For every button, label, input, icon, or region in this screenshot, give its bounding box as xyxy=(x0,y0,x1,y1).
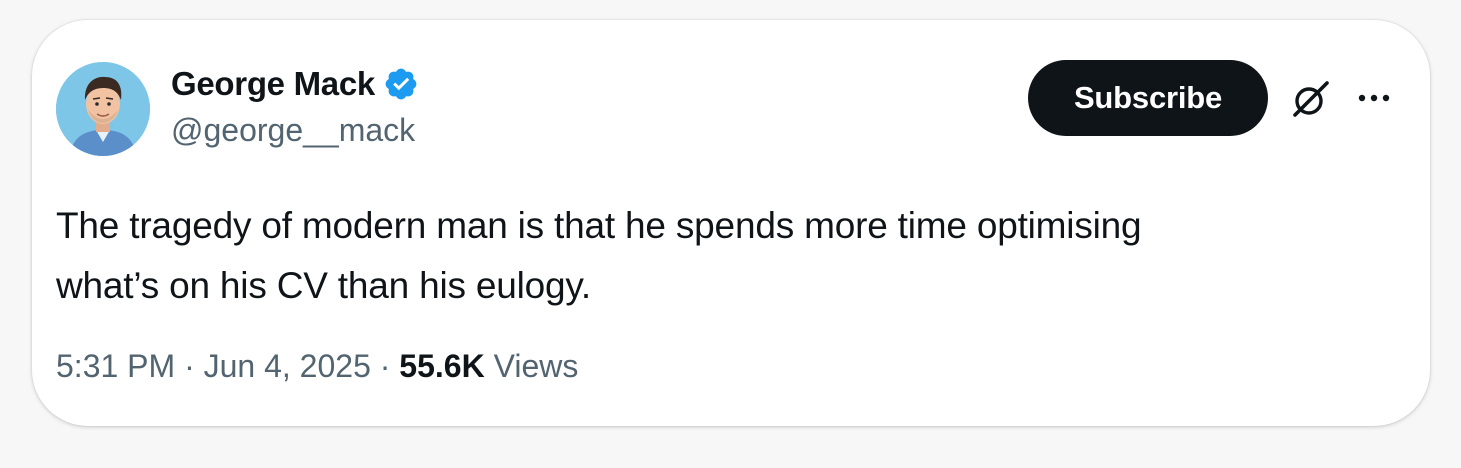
tweet-card: George Mack @george__mack Subscribe The … xyxy=(32,20,1430,426)
tweet-text-line: The tragedy of modern man is that he spe… xyxy=(56,205,1142,246)
author-handle[interactable]: @george__mack xyxy=(171,112,415,149)
avatar-portrait-icon xyxy=(56,62,150,156)
separator-dot: · xyxy=(175,348,204,384)
views-label: Views xyxy=(493,348,579,384)
author-display-name[interactable]: George Mack xyxy=(171,65,375,103)
subscribe-button[interactable]: Subscribe xyxy=(1028,60,1268,136)
separator-dot: · xyxy=(370,348,400,384)
verified-badge-icon[interactable] xyxy=(383,66,419,102)
tweet-meta: 5:31 PM · Jun 4, 2025 · 55.6K Views xyxy=(56,348,578,385)
author-name-row[interactable]: George Mack xyxy=(171,64,419,104)
more-options-icon[interactable] xyxy=(1354,86,1394,110)
tweet-date[interactable]: Jun 4, 2025 xyxy=(204,348,371,385)
avatar[interactable] xyxy=(56,62,150,156)
tweet-text: The tragedy of modern man is that he spe… xyxy=(56,196,1386,316)
tweet-time[interactable]: 5:31 PM xyxy=(56,348,175,385)
grok-icon[interactable] xyxy=(1290,78,1332,120)
tweet-text-line: what’s on his CV than his eulogy. xyxy=(56,265,592,306)
views-count[interactable]: 55.6K xyxy=(399,348,484,385)
